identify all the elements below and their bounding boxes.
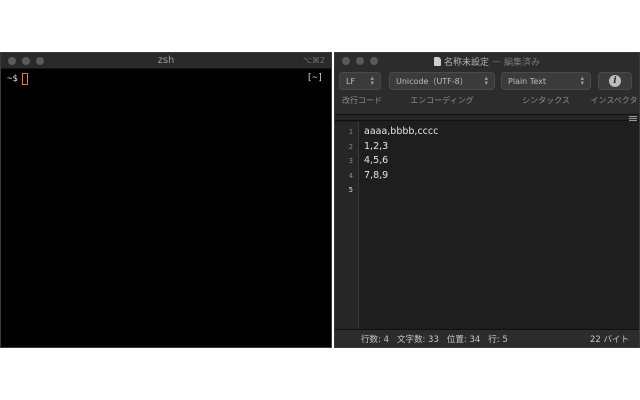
- editor-title: 名称未設定 — 編集済み: [335, 55, 639, 68]
- text-line[interactable]: 7,8,9: [364, 169, 634, 184]
- inspector-button[interactable]: i: [598, 72, 632, 90]
- encoding-value: Unicode（UTF-8）: [396, 76, 468, 86]
- syntax-value: Plain Text: [508, 76, 546, 86]
- prompt: ~$: [7, 74, 18, 84]
- terminal-title: zsh: [157, 55, 175, 66]
- line-number: 5: [348, 186, 353, 194]
- editor-window[interactable]: 名称未設定 — 編集済み LF ▴ ▾ 改行コード Unicode（UTF-8） …: [334, 52, 640, 348]
- document-icon: [433, 57, 441, 66]
- line-number: 1: [348, 128, 353, 136]
- editor-content[interactable]: 1 2 3 4 5 aaaa,bbbb,cccc 1,2,3 4,5,6 7,8…: [335, 122, 639, 330]
- syntax-label: シンタックス: [522, 96, 570, 105]
- status-bar: 行数: 4 文字数: 33 位置: 34 行: 5 22 バイト: [335, 329, 639, 347]
- chevron-updown-icon: ▴ ▾: [370, 74, 374, 87]
- terminal-output[interactable]: ~$ [~]: [1, 69, 331, 347]
- text-line[interactable]: 1,2,3: [364, 140, 634, 155]
- encoding-label: エンコーディング: [410, 96, 474, 105]
- cursor-position: 位置: 34: [446, 334, 481, 345]
- text-line[interactable]: aaaa,bbbb,cccc: [364, 125, 634, 140]
- encoding-select[interactable]: Unicode（UTF-8） ▴ ▾: [389, 72, 495, 90]
- info-icon: i: [609, 75, 621, 87]
- terminal-cursor: [21, 73, 28, 85]
- line-ending-value: LF: [346, 76, 356, 86]
- line-number: 4: [348, 171, 353, 180]
- text-editor[interactable]: aaaa,bbbb,cccc 1,2,3 4,5,6 7,8,9: [359, 122, 639, 330]
- char-count: 文字数: 33: [396, 334, 439, 345]
- chevron-updown-icon: ▴ ▾: [580, 74, 584, 87]
- menu-icon[interactable]: [629, 115, 637, 121]
- editor-toolbar: LF ▴ ▾ 改行コード Unicode（UTF-8） ▴ ▾ エンコーディング P…: [335, 69, 639, 115]
- text-line[interactable]: 4,5,6: [364, 154, 634, 169]
- text-line[interactable]: [364, 183, 634, 198]
- terminal-titlebar[interactable]: zsh ⌥⌘2: [1, 53, 331, 69]
- line-ending-label: 改行コード: [342, 96, 382, 105]
- line-ending-select[interactable]: LF ▴ ▾: [339, 72, 381, 90]
- prompt-line: ~$: [7, 73, 325, 85]
- terminal-window[interactable]: zsh ⌥⌘2 ~$ [~]: [0, 52, 332, 348]
- current-row: 行: 5: [488, 334, 508, 345]
- syntax-select[interactable]: Plain Text ▴ ▾: [501, 72, 591, 90]
- file-size: 22 バイト: [589, 334, 629, 345]
- line-count: 行数: 4: [361, 334, 389, 345]
- document-name: 名称未設定: [443, 58, 489, 68]
- editor-titlebar[interactable]: 名称未設定 — 編集済み: [335, 53, 639, 69]
- title-separator: —: [492, 56, 501, 67]
- inspector-label: インスペクタ: [590, 96, 638, 105]
- document-status: 編集済み: [504, 58, 541, 68]
- line-number: 3: [348, 157, 353, 165]
- terminal-shortcut: ⌥⌘2: [302, 56, 325, 65]
- chevron-updown-icon: ▴ ▾: [484, 74, 488, 87]
- line-number: 2: [348, 142, 353, 151]
- line-number-gutter: 1 2 3 4 5: [335, 122, 359, 330]
- navigation-bar: [335, 115, 639, 121]
- mode-indicator: [~]: [306, 73, 323, 83]
